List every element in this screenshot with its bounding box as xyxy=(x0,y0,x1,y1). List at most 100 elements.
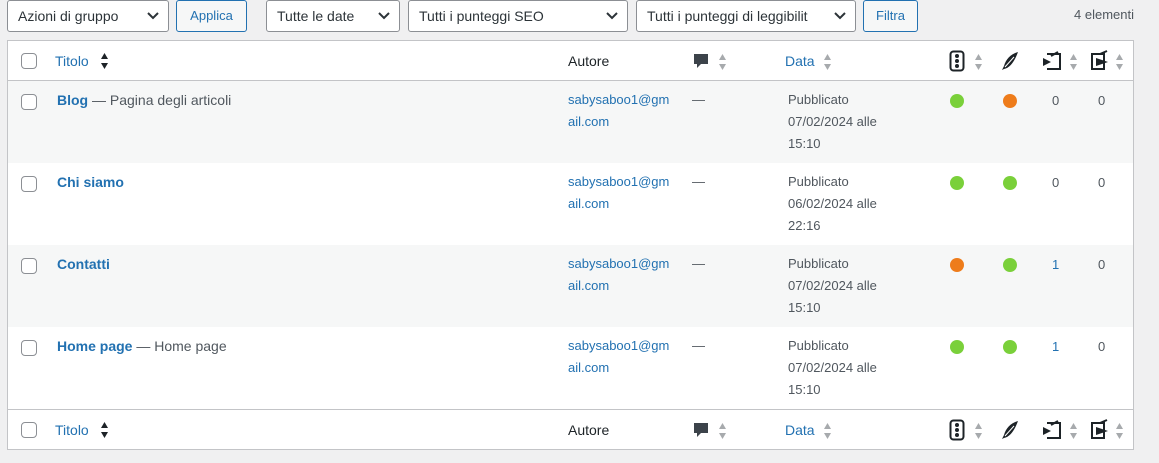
date-filter-select[interactable]: Tutte le date xyxy=(266,0,400,32)
table-header: Titolo Autore Data xyxy=(8,41,1133,81)
link-in-icon[interactable] xyxy=(1041,50,1063,72)
row-title: Blog — Pagina degli articoli xyxy=(57,92,231,108)
post-date: Pubblicato 07/02/2024 alle 15:10 xyxy=(788,89,908,155)
row-checkbox[interactable] xyxy=(21,340,37,356)
author-line-1: sabysaboo1@gm xyxy=(568,256,670,271)
column-author: Autore xyxy=(568,53,610,69)
readability-score-dot xyxy=(1003,176,1017,190)
sort-arrows-icon[interactable] xyxy=(1069,52,1078,72)
seo-score-dot xyxy=(950,340,964,354)
author-link[interactable]: sabysaboo1@gm ail.com xyxy=(568,171,686,215)
row-checkbox[interactable] xyxy=(21,94,37,110)
bulk-actions-value: Azioni di gruppo xyxy=(18,8,119,24)
post-date: Pubblicato 07/02/2024 alle 15:10 xyxy=(788,253,908,319)
column-date-sort-link[interactable]: Data xyxy=(785,422,815,438)
chevron-down-icon xyxy=(606,12,618,20)
row-checkbox[interactable] xyxy=(21,176,37,192)
feather-icon[interactable] xyxy=(1001,420,1019,440)
seo-score-filter-value: Tutti i punteggi SEO xyxy=(419,8,544,24)
row-title: Home page — Home page xyxy=(57,338,227,354)
select-all-checkbox[interactable] xyxy=(21,422,37,438)
post-title-link[interactable]: Chi siamo xyxy=(57,174,124,190)
date-time: 15:10 xyxy=(788,136,821,151)
apply-button[interactable]: Applica xyxy=(176,0,247,32)
date-status: Pubblicato xyxy=(788,256,849,271)
sort-arrows-icon[interactable] xyxy=(718,52,727,72)
links-in-count[interactable]: 1 xyxy=(1052,337,1059,357)
bulk-actions-select[interactable]: Azioni di gruppo xyxy=(7,0,169,32)
chevron-down-icon xyxy=(147,12,159,20)
seo-score-dot xyxy=(950,176,964,190)
chevron-down-icon xyxy=(378,12,390,20)
date-day: 07/02/2024 alle xyxy=(788,114,877,129)
sort-arrows-icon[interactable] xyxy=(100,420,109,440)
sort-arrows-icon[interactable] xyxy=(1069,421,1078,441)
links-out-count: 0 xyxy=(1098,93,1106,108)
sort-arrows-icon[interactable] xyxy=(823,52,832,72)
author-line-2: ail.com xyxy=(568,278,610,293)
filter-button[interactable]: Filtra xyxy=(863,0,918,32)
item-count: 4 elementi xyxy=(1074,7,1134,22)
seo-score-dot xyxy=(950,94,964,108)
comments-count: — xyxy=(692,92,705,107)
sort-arrows-icon[interactable] xyxy=(1115,421,1124,441)
speech-bubble-icon[interactable] xyxy=(693,53,709,69)
links-out-count: 0 xyxy=(1098,257,1106,272)
table-row: Contatti sabysaboo1@gm ail.com — Pubblic… xyxy=(8,245,1133,327)
author-line-1: sabysaboo1@gm xyxy=(568,92,670,107)
row-checkbox[interactable] xyxy=(21,258,37,274)
seo-score-dot xyxy=(950,258,964,272)
date-time: 15:10 xyxy=(788,382,821,397)
chevron-down-icon xyxy=(834,12,846,20)
sort-arrows-icon[interactable] xyxy=(974,421,983,441)
date-day: 07/02/2024 alle xyxy=(788,360,877,375)
date-time: 22:16 xyxy=(788,218,821,233)
column-date-sort-link[interactable]: Data xyxy=(785,53,815,69)
row-title: Contatti xyxy=(57,256,110,272)
table-footer: Titolo Autore Data xyxy=(8,409,1133,449)
link-out-icon[interactable] xyxy=(1088,50,1110,72)
post-date: Pubblicato 07/02/2024 alle 15:10 xyxy=(788,335,908,401)
row-title: Chi siamo xyxy=(57,174,124,190)
readability-filter-select[interactable]: Tutti i punteggi di leggibilit xyxy=(636,0,856,32)
date-filter-value: Tutte le date xyxy=(277,8,355,24)
post-title-link[interactable]: Contatti xyxy=(57,256,110,272)
table-row: Blog — Pagina degli articoli sabysaboo1@… xyxy=(8,81,1133,163)
table-row: Chi siamo sabysaboo1@gm ail.com — Pubbli… xyxy=(8,163,1133,245)
links-in-count[interactable]: 1 xyxy=(1052,255,1059,275)
post-title-link[interactable]: Home page xyxy=(57,338,132,354)
links-out-count: 0 xyxy=(1098,175,1106,190)
sort-arrows-icon[interactable] xyxy=(974,52,983,72)
author-line-2: ail.com xyxy=(568,360,610,375)
speech-bubble-icon[interactable] xyxy=(693,422,709,438)
table-row: Home page — Home page sabysaboo1@gm ail.… xyxy=(8,327,1133,409)
post-title-link[interactable]: Blog xyxy=(57,92,88,108)
date-time: 15:10 xyxy=(788,300,821,315)
column-title-sort-link[interactable]: Titolo xyxy=(55,422,89,438)
select-all-checkbox[interactable] xyxy=(21,53,37,69)
date-status: Pubblicato xyxy=(788,92,849,107)
readability-score-dot xyxy=(1003,258,1017,272)
traffic-light-icon[interactable] xyxy=(949,419,965,441)
sort-arrows-icon[interactable] xyxy=(100,51,109,71)
comments-count: — xyxy=(692,174,705,189)
date-status: Pubblicato xyxy=(788,174,849,189)
sort-arrows-icon[interactable] xyxy=(1115,52,1124,72)
seo-score-filter-select[interactable]: Tutti i punteggi SEO xyxy=(408,0,628,32)
author-link[interactable]: sabysaboo1@gm ail.com xyxy=(568,253,686,297)
link-out-icon[interactable] xyxy=(1088,419,1110,441)
column-title-sort-link[interactable]: Titolo xyxy=(55,53,89,69)
traffic-light-icon[interactable] xyxy=(949,50,965,72)
sort-arrows-icon[interactable] xyxy=(823,421,832,441)
link-in-icon[interactable] xyxy=(1041,419,1063,441)
author-link[interactable]: sabysaboo1@gm ail.com xyxy=(568,335,686,379)
comments-count: — xyxy=(692,338,705,353)
feather-icon[interactable] xyxy=(1001,51,1019,71)
sort-arrows-icon[interactable] xyxy=(718,421,727,441)
links-in-count: 0 xyxy=(1052,93,1060,108)
links-in-count: 0 xyxy=(1052,175,1060,190)
column-author: Autore xyxy=(568,422,610,438)
author-line-1: sabysaboo1@gm xyxy=(568,174,670,189)
author-link[interactable]: sabysaboo1@gm ail.com xyxy=(568,89,686,133)
author-line-2: ail.com xyxy=(568,196,610,211)
